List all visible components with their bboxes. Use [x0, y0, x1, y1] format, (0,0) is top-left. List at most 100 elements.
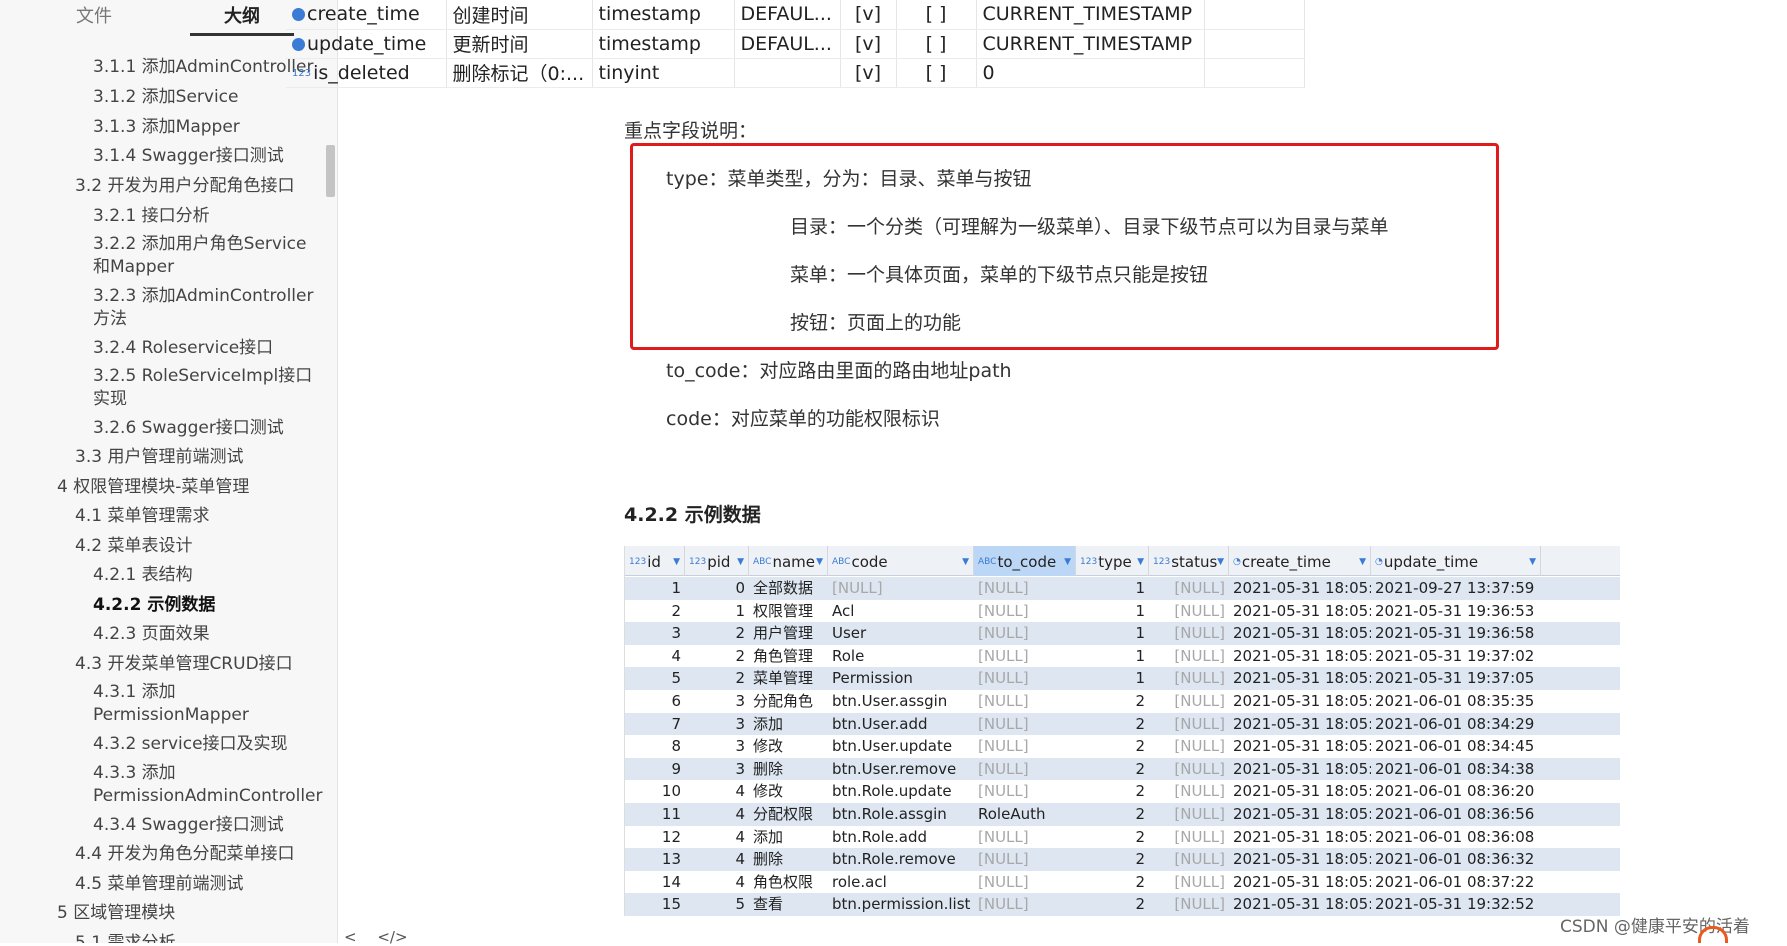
outline-item[interactable]: 4.3.2 service接口及实现: [93, 733, 288, 755]
table-cell[interactable]: [NULL]: [974, 622, 1076, 645]
table-cell[interactable]: 3: [685, 758, 749, 781]
table-cell[interactable]: 2021-06-01 08:36:32: [1371, 848, 1541, 871]
table-cell[interactable]: 12: [625, 826, 685, 849]
table-cell[interactable]: 5: [625, 667, 685, 690]
table-cell[interactable]: 4: [685, 826, 749, 849]
table-cell[interactable]: role.acl: [828, 871, 974, 894]
outline-item[interactable]: 3.2.5 RoleServiceImpl接口: [93, 365, 312, 387]
table-cell[interactable]: Permission: [828, 667, 974, 690]
table-cell[interactable]: 3: [685, 713, 749, 736]
column-header-create-time[interactable]: ◔create_time ▼: [1229, 546, 1371, 576]
table-cell[interactable]: 添加: [749, 826, 828, 849]
outline-item[interactable]: 4.2.2 示例数据: [93, 594, 215, 616]
table-cell[interactable]: 2: [1076, 803, 1149, 826]
outline-item[interactable]: 5 区域管理模块: [57, 902, 175, 924]
table-cell[interactable]: 6: [625, 690, 685, 713]
table-cell[interactable]: [NULL]: [1149, 577, 1229, 600]
table-cell[interactable]: 2021-06-01 08:34:38: [1371, 758, 1541, 781]
column-header-code[interactable]: ABCcode ▼: [828, 546, 974, 576]
table-cell[interactable]: User: [828, 622, 974, 645]
outline-item[interactable]: 3.1.2 添加Service: [93, 86, 239, 108]
table-cell[interactable]: 3: [685, 690, 749, 713]
table-cell[interactable]: 15: [625, 893, 685, 916]
table-cell[interactable]: 3: [685, 735, 749, 758]
table-row[interactable]: 11 4 分配权限 btn.Role.assgin RoleAuth 2 [NULL] 202…: [625, 803, 1620, 826]
table-cell[interactable]: 2: [685, 645, 749, 668]
table-cell[interactable]: btn.Role.update: [828, 780, 974, 803]
table-cell[interactable]: 角色权限: [749, 871, 828, 894]
column-header-pid[interactable]: 123pid ▼: [685, 546, 749, 576]
table-cell[interactable]: 2021-05-31 19:36:58: [1371, 622, 1541, 645]
table-cell[interactable]: [NULL]: [1149, 826, 1229, 849]
table-cell[interactable]: [NULL]: [1149, 622, 1229, 645]
table-cell[interactable]: 2021-05-31 18:05:37: [1229, 893, 1371, 916]
table-row[interactable]: 21权限管理Acl[NULL]1[NULL]2021-05-31 18:05:3…: [625, 599, 1620, 623]
table-cell[interactable]: [NULL]: [1149, 758, 1229, 781]
table-cell[interactable]: [NULL]: [1149, 600, 1229, 623]
table-cell[interactable]: 菜单管理: [749, 667, 828, 690]
table-cell[interactable]: [NULL]: [1149, 871, 1229, 894]
table-cell[interactable]: 4: [625, 645, 685, 668]
table-cell[interactable]: 4: [685, 780, 749, 803]
outline-item[interactable]: 5.1 需求分析: [75, 932, 175, 943]
table-cell[interactable]: [NULL]: [974, 690, 1076, 713]
table-cell[interactable]: [NULL]: [974, 780, 1076, 803]
table-cell[interactable]: [NULL]: [1149, 645, 1229, 668]
outline-item[interactable]: 3.3 用户管理前端测试: [75, 446, 243, 468]
table-cell[interactable]: 10: [625, 780, 685, 803]
outline-item[interactable]: PermissionAdminController: [93, 785, 323, 807]
table-cell[interactable]: 2021-06-01 08:36:08: [1371, 826, 1541, 849]
table-cell[interactable]: btn.User.update: [828, 735, 974, 758]
table-cell[interactable]: 1: [685, 600, 749, 623]
table-cell[interactable]: 2021-09-27 13:37:59: [1371, 577, 1541, 600]
sidebar-scrollbar[interactable]: [326, 145, 335, 197]
table-cell[interactable]: [NULL]: [974, 848, 1076, 871]
table-cell[interactable]: 0: [685, 577, 749, 600]
table-cell[interactable]: 2021-05-31 18:05:37: [1229, 826, 1371, 849]
table-cell[interactable]: 2021-05-31 18:05:37: [1229, 577, 1371, 600]
table-cell[interactable]: [NULL]: [974, 893, 1076, 916]
table-cell[interactable]: btn.Role.assgin: [828, 803, 974, 826]
sort-dropdown-icon[interactable]: ▼: [673, 546, 680, 578]
table-cell[interactable]: 权限管理: [749, 600, 828, 623]
table-cell[interactable]: 2: [1076, 690, 1149, 713]
source-code-icon[interactable]: </>: [377, 928, 407, 946]
table-row[interactable]: 15 5 查看 btn.permission.list [NULL] 2 [NULL] 202…: [625, 893, 1620, 916]
table-cell[interactable]: 修改: [749, 780, 828, 803]
table-cell[interactable]: 7: [625, 713, 685, 736]
outline-item[interactable]: 3.2 开发为用户分配角色接口: [75, 175, 294, 197]
table-cell[interactable]: 查看: [749, 893, 828, 916]
table-cell[interactable]: 删除: [749, 848, 828, 871]
table-cell[interactable]: btn.Role.remove: [828, 848, 974, 871]
table-cell[interactable]: 4: [685, 871, 749, 894]
table-cell[interactable]: [NULL]: [828, 577, 974, 600]
table-row[interactable]: 10 4 修改 btn.Role.update [NULL] 2 [NULL] 2021-05…: [625, 780, 1620, 803]
table-cell[interactable]: 2: [685, 667, 749, 690]
outline-item[interactable]: 4.2 菜单表设计: [75, 535, 192, 557]
table-cell[interactable]: 2: [1076, 871, 1149, 894]
outline-item[interactable]: 实现: [93, 388, 127, 410]
table-cell[interactable]: Role: [828, 645, 974, 668]
collapse-sidebar-icon[interactable]: <: [344, 928, 357, 946]
table-cell[interactable]: [NULL]: [1149, 848, 1229, 871]
table-cell[interactable]: 4: [685, 848, 749, 871]
column-header-name[interactable]: ABCname ▼: [749, 546, 828, 576]
table-row[interactable]: 12 4 添加 btn.Role.add [NULL] 2 [NULL] 2021-05-31…: [625, 825, 1620, 849]
table-cell[interactable]: 2: [1076, 735, 1149, 758]
table-cell[interactable]: 2021-06-01 08:34:29: [1371, 713, 1541, 736]
table-cell[interactable]: [NULL]: [1149, 690, 1229, 713]
table-cell[interactable]: 2021-06-01 08:34:45: [1371, 735, 1541, 758]
table-cell[interactable]: 用户管理: [749, 622, 828, 645]
table-cell[interactable]: Acl: [828, 600, 974, 623]
table-row[interactable]: 14 4 角色权限 role.acl [NULL] 2 [NULL] 2021-05-31 1…: [625, 870, 1620, 894]
outline-item[interactable]: 3.2.1 接口分析: [93, 205, 210, 227]
table-row[interactable]: 9 3 删除 btn.User.remove [NULL] 2 [NULL] 2021-05-…: [625, 757, 1620, 781]
table-cell[interactable]: 2021-06-01 08:36:56: [1371, 803, 1541, 826]
column-header-status[interactable]: 123status ▼: [1149, 546, 1229, 576]
table-row[interactable]: 13 4 删除 btn.Role.remove [NULL] 2 [NULL] 2021-05…: [625, 848, 1620, 871]
table-cell[interactable]: RoleAuth: [974, 803, 1076, 826]
sort-dropdown-icon[interactable]: ▼: [1137, 546, 1144, 578]
sort-dropdown-icon[interactable]: ▼: [737, 546, 744, 578]
column-header-type[interactable]: 123type ▼: [1076, 546, 1149, 576]
tab-outline[interactable]: 大纲: [224, 2, 260, 28]
